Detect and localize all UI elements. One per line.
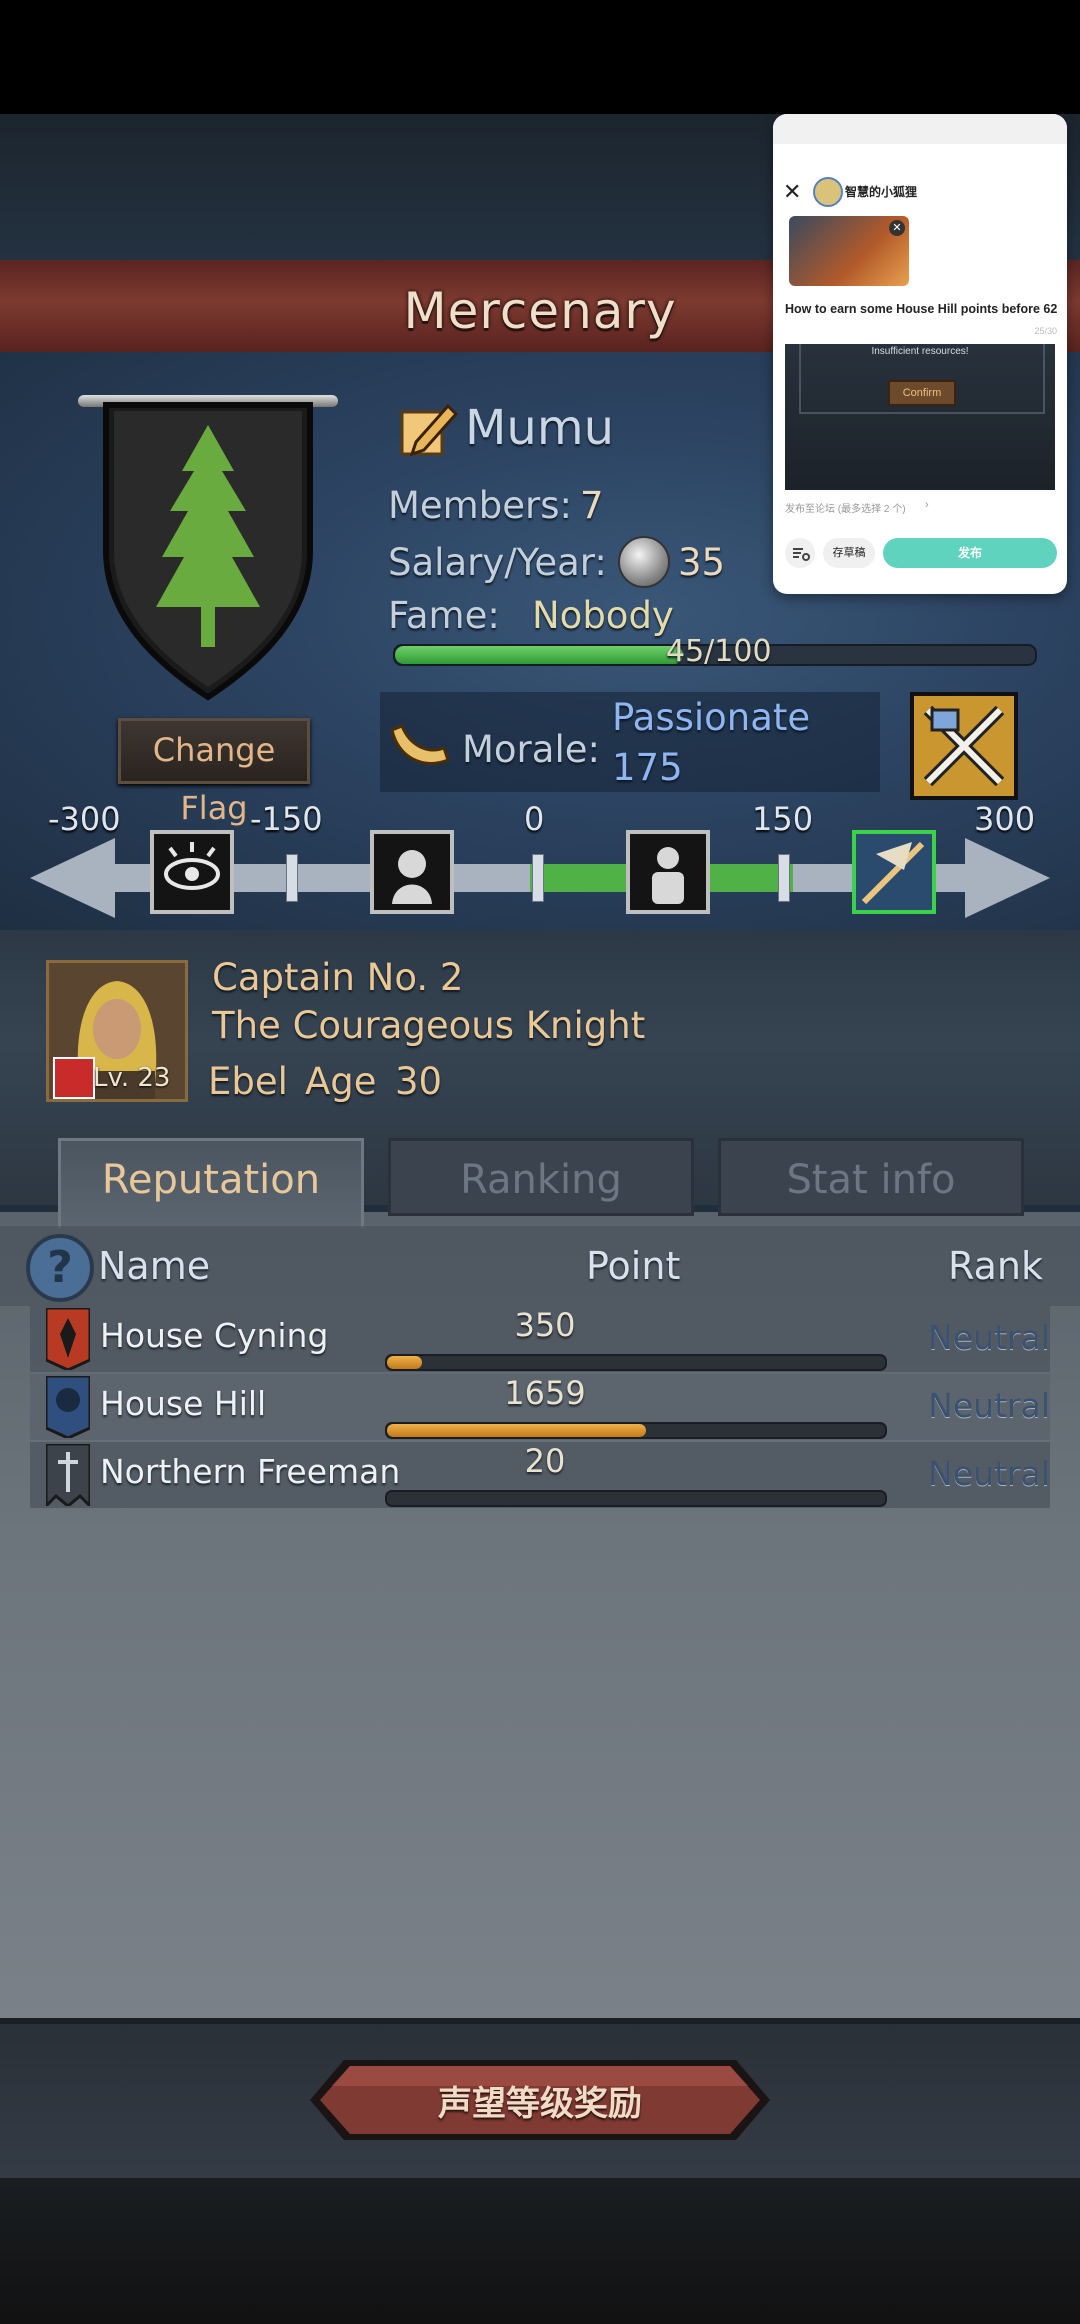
scale-label-zero: 0 [524, 800, 545, 838]
close-icon[interactable]: ✕ [783, 180, 801, 205]
house-rank: Neutral [928, 1454, 1050, 1493]
attached-image-thumbnail[interactable]: ✕ [789, 216, 909, 286]
header-name: Name [98, 1244, 211, 1288]
header-point: Point [586, 1244, 681, 1288]
tab-ranking[interactable]: Ranking [388, 1138, 694, 1216]
house-points-fill [387, 1356, 422, 1369]
members-label: Members: [388, 484, 572, 527]
horn-icon [390, 724, 450, 765]
crossed-swords-flag-icon[interactable] [910, 692, 1018, 800]
mercenary-flag[interactable] [78, 395, 338, 705]
eye-icon[interactable] [150, 830, 234, 914]
silver-coin-icon [618, 536, 670, 588]
fame-progress-text: 45/100 [666, 634, 772, 669]
header-rank: Rank [948, 1244, 1043, 1288]
title-char-count: 25/30 [1034, 326, 1057, 336]
change-flag-button[interactable]: Change Flag [118, 718, 310, 827]
overlay-top-bar [773, 114, 1067, 144]
preview-dialog-text: Insufficient resources! [871, 346, 969, 357]
scale-label-neg: -150 [250, 800, 323, 838]
house-points: 1659 [504, 1374, 586, 1412]
forum-select-link[interactable]: 发布至论坛 (最多选择 2 个) [785, 500, 906, 515]
scale-label-max: 300 [974, 800, 1036, 838]
overlay-username: 智慧的小狐狸 [845, 185, 918, 199]
captain-age-value: 30 [395, 1060, 443, 1103]
house-points-bar [385, 1490, 887, 1507]
reward-button-label: 声望等级奖励 [438, 2084, 642, 2124]
house-points-bar [385, 1422, 887, 1439]
morale-value: 175 [612, 746, 683, 789]
passionate-icon[interactable] [852, 830, 936, 914]
house-hill-banner-icon [46, 1376, 90, 1438]
captain-name: Ebel [208, 1060, 288, 1103]
house-rank: Neutral [928, 1318, 1050, 1357]
captain-age-label: Age [305, 1060, 377, 1103]
captain-portrait[interactable]: Lv. 23 [46, 960, 188, 1102]
table-row[interactable]: Northern Freeman 20 Neutral [30, 1442, 1050, 1508]
salary-label: Salary/Year: [388, 541, 607, 584]
salary-value: 35 [678, 541, 726, 584]
fame-value: Nobody [532, 594, 674, 637]
fame-progress-fill [395, 646, 683, 664]
scale-tick [286, 854, 298, 902]
house-points-fill [387, 1424, 646, 1437]
settings-sliders-icon[interactable] [785, 538, 815, 568]
table-row[interactable]: House Hill 1659 Neutral [30, 1374, 1050, 1440]
avatar [813, 177, 843, 207]
morale-state: Passionate [612, 696, 811, 739]
members-value: 7 [580, 484, 604, 527]
preview-confirm-button: Confirm [888, 380, 956, 406]
publish-button[interactable]: 发布 [883, 538, 1057, 568]
reputation-reward-button[interactable]: 声望等级奖励 [308, 2058, 772, 2142]
scale-tick [532, 854, 544, 902]
scale-label-pos: 150 [752, 800, 814, 838]
captain-level: Lv. 23 [93, 1063, 171, 1093]
captain-epithet: The Courageous Knight [212, 1004, 646, 1047]
despair-icon[interactable] [370, 830, 454, 914]
house-points: 20 [524, 1442, 566, 1480]
tab-stat-info[interactable]: Stat info [718, 1138, 1024, 1216]
edit-name-icon[interactable] [398, 398, 460, 460]
tab-reputation[interactable]: Reputation [58, 1138, 364, 1228]
table-row[interactable]: House Cyning 350 Neutral [30, 1306, 1050, 1372]
house-name: Northern Freeman [100, 1452, 401, 1491]
chevron-right-icon: › [925, 499, 929, 511]
house-cyning-banner-icon [46, 1308, 90, 1370]
save-draft-button[interactable]: 存草稿 [823, 538, 875, 568]
bottom-letterbox [0, 2178, 1080, 2324]
remove-image-icon[interactable]: ✕ [889, 220, 905, 236]
post-image-preview: Insufficient resources! Confirm [785, 344, 1055, 490]
house-name: House Hill [100, 1384, 267, 1423]
morale-scale: -300 -150 0 150 300 [30, 800, 1050, 940]
mercenary-name: Mumu [465, 400, 615, 456]
scale-tick [778, 854, 790, 902]
house-points-bar [385, 1354, 887, 1371]
morale-label: Morale: [462, 728, 600, 771]
northern-freeman-banner-icon [46, 1444, 90, 1506]
captain-title: Captain No. 2 [212, 956, 464, 999]
scale-label-min: -300 [48, 800, 121, 838]
house-points: 350 [514, 1306, 576, 1344]
class-badge-icon [53, 1057, 95, 1099]
post-title-input[interactable]: How to earn some House Hill points befor… [785, 302, 1057, 316]
post-overlay-card: ✕ 智慧的小狐狸 ✕ How to earn some House Hill p… [773, 114, 1067, 594]
help-icon[interactable]: ? [26, 1234, 94, 1302]
fame-label: Fame: [388, 594, 500, 637]
house-name: House Cyning [100, 1316, 329, 1355]
neutral-figure-icon[interactable] [626, 830, 710, 914]
pine-tree-icon [103, 402, 313, 701]
house-rank: Neutral [928, 1386, 1050, 1425]
